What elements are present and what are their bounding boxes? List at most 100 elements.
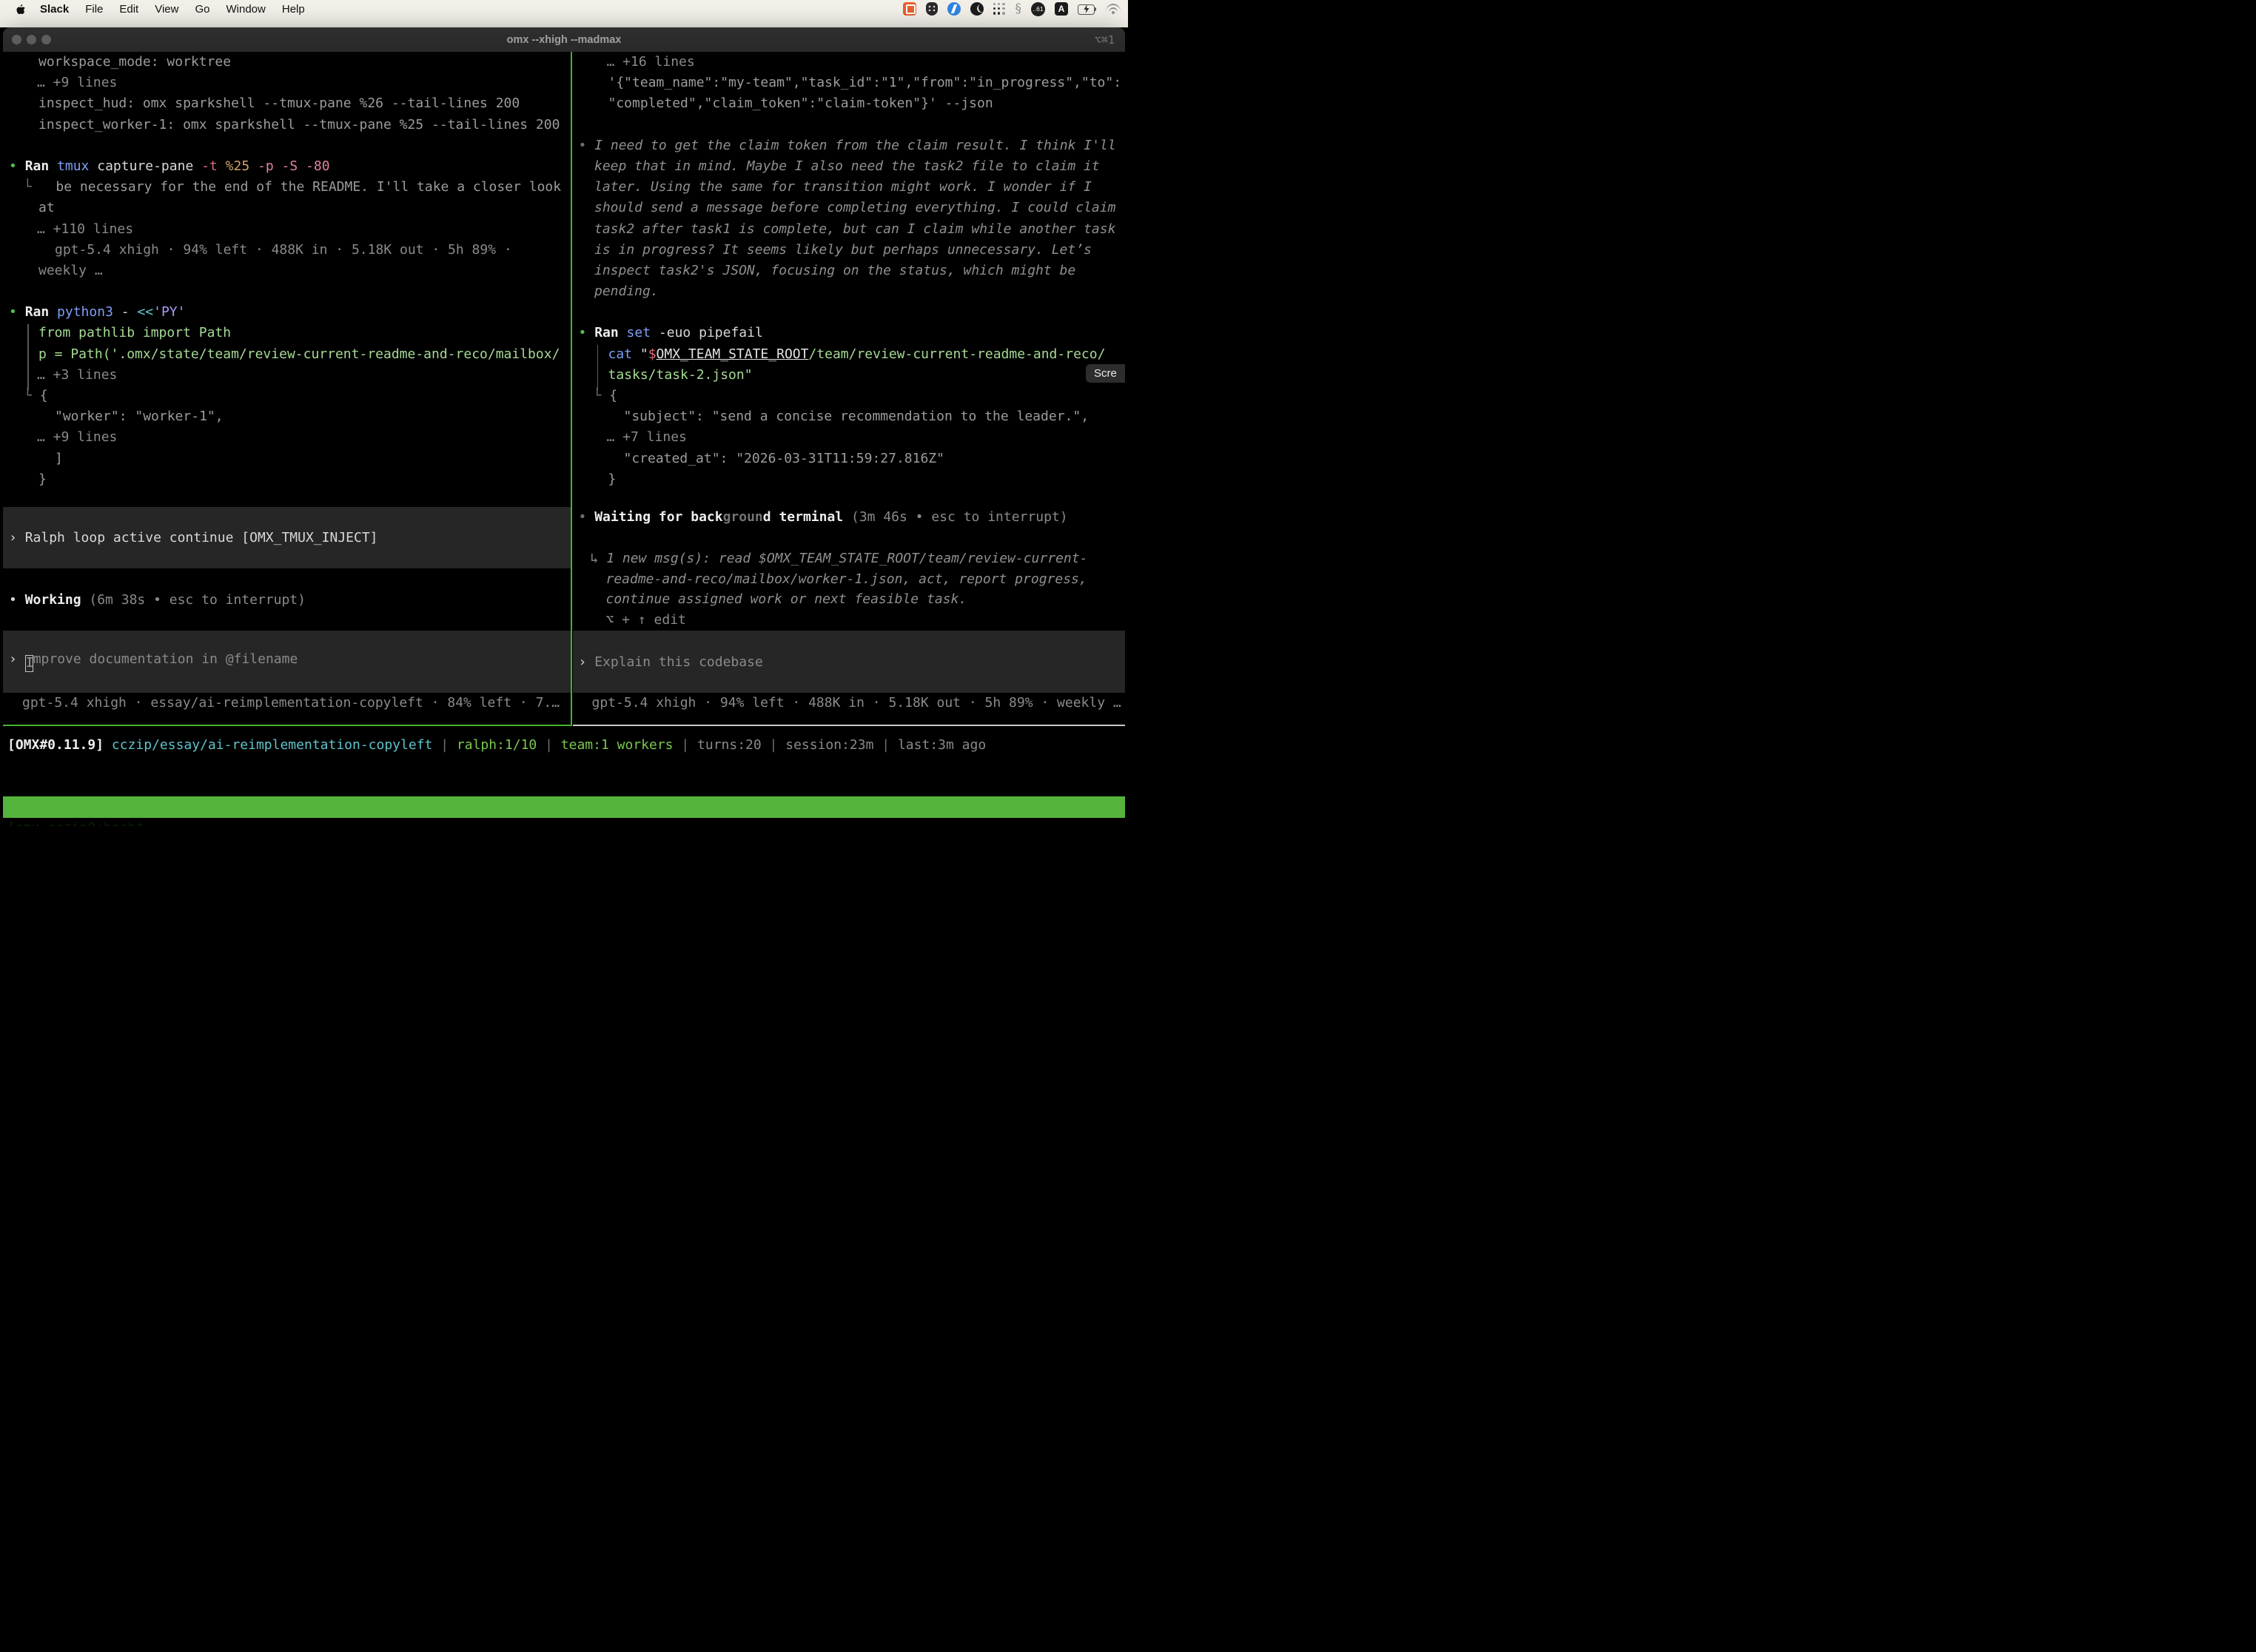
text-segment: inspect_worker-1: omx sparkshell --tmux-…	[38, 117, 560, 132]
terminal-line: at	[3, 198, 571, 218]
text-segment: |	[432, 737, 457, 753]
menu-item[interactable]: Go	[187, 3, 218, 16]
menu-item-app[interactable]: Slack	[32, 3, 77, 16]
terminal-line: … +3 lines	[3, 365, 571, 386]
text-segment: -t	[201, 158, 226, 174]
terminal-window: omx --xhigh --madmax ⌥⌘1 › Ralph loop ac…	[3, 27, 1125, 826]
dots-grid-icon[interactable]	[993, 3, 1006, 16]
text-segment: 1 new msg(s): read $OMX_TEAM_STATE_ROOT/…	[606, 551, 1087, 566]
text-segment: └	[24, 388, 40, 403]
prompt-input-box[interactable]: › Improve documentation in @filename	[3, 631, 571, 693]
text-segment: be necessary for the end of the README. …	[56, 179, 561, 195]
text-segment: •	[9, 592, 25, 608]
terminal-line: "created_at": "2026-03-31T11:59:27.816Z"	[573, 449, 1126, 469]
menu-item[interactable]: View	[147, 3, 187, 16]
pane-divider[interactable]	[571, 52, 572, 726]
prompt-input-box[interactable]: › Explain this codebase	[573, 631, 1126, 693]
blank-line	[3, 135, 571, 156]
text-segment: Waiting for back	[594, 509, 722, 525]
hook-icon[interactable]: §	[1015, 2, 1022, 16]
terminal-line: }	[573, 469, 1126, 490]
blue-badge-icon[interactable]	[947, 2, 961, 16]
menu-item[interactable]: File	[77, 3, 111, 16]
model-status-footer: gpt-5.4 xhigh · 94% left · 488K in · 5.1…	[573, 693, 1126, 713]
text-segment: turns:20	[697, 737, 762, 753]
text-segment: "	[640, 346, 648, 362]
text-segment: -80	[306, 158, 330, 174]
text-segment: later. Using the same for transition mig…	[594, 179, 1092, 195]
menu-item[interactable]: Edit	[111, 3, 147, 16]
omx-status-line: [OMX#0.11.9] cczip/essay/ai-reimplementa…	[3, 735, 986, 756]
menu-item[interactable]: Window	[218, 3, 274, 16]
text-segment: -p	[258, 158, 282, 174]
terminal-line: └ {	[573, 386, 1126, 406]
keyboard-shield-icon[interactable]	[926, 2, 938, 16]
terminal-line: … +7 lines	[573, 427, 1126, 448]
left-pane[interactable]: › Ralph loop active continue [OMX_TMUX_I…	[3, 52, 571, 726]
window-shortcut-hint: ⌥⌘1	[1095, 33, 1115, 47]
battery-charging-icon[interactable]	[1078, 4, 1096, 14]
text-segment: … +9 lines	[37, 75, 117, 90]
screen-tooltip: Scre	[1086, 364, 1125, 383]
model-status-footer: gpt-5.4 xhigh · essay/ai-reimplementatio…	[3, 693, 571, 713]
right-pane[interactable]: • Waiting for background terminal (3m 46…	[573, 52, 1126, 726]
terminal-line: cat "$OMX_TEAM_STATE_ROOT/team/review-cu…	[573, 344, 1126, 365]
text-segment: cczip/essay/ai-reimplementation-copyleft	[112, 737, 432, 753]
terminal-line: … +110 lines	[3, 219, 571, 240]
window-title: omx --xhigh --madmax	[3, 34, 1125, 46]
text-segment: •	[9, 304, 25, 320]
menu-item[interactable]: Help	[274, 3, 313, 16]
blank-line	[573, 302, 1126, 323]
text-segment: •	[579, 325, 595, 340]
chat-app-icon[interactable]	[903, 2, 916, 16]
tmux-status-bar: [omx-cczip0:bash* "MacBook-Pro-44.local"…	[3, 796, 1125, 818]
gauge-61-icon[interactable]: ..61	[1031, 2, 1045, 16]
apple-menu-icon[interactable]	[15, 3, 26, 16]
text-segment: weekly …	[38, 263, 103, 278]
terminal-line: should send a message before completing …	[573, 198, 1126, 218]
terminal-line: p = Path('.omx/state/team/review-current…	[3, 344, 571, 365]
blank-line	[573, 115, 1126, 135]
input-text: mprove documentation in @filename	[33, 651, 298, 667]
crescent-app-icon[interactable]	[970, 2, 984, 16]
text-segment: workspace_mode: worktree	[38, 54, 231, 70]
tmux-session-label[interactable]: [omx-cczip0:bash*	[7, 818, 144, 827]
text-segment: … +110 lines	[37, 221, 133, 237]
terminal-line: "worker": "worker-1",	[3, 406, 571, 427]
window-title-bar[interactable]: omx --xhigh --madmax ⌥⌘1	[3, 27, 1125, 52]
blank-line	[3, 281, 571, 302]
text-segment: should send a message before completing …	[594, 200, 1115, 215]
text-segment: /team/review-current-readme-and-reco/	[808, 346, 1105, 362]
prompt-chevron: ›	[9, 651, 25, 667]
text-segment: |	[674, 737, 698, 753]
text-segment: <<	[137, 304, 153, 320]
terminal-line: … +9 lines	[3, 427, 571, 448]
prompt-chevron: ›	[579, 654, 595, 670]
text-segment: gpt-5.4 xhigh · 94% left · 488K in · 5.1…	[592, 695, 1121, 711]
tool-output-gutter	[27, 324, 29, 391]
text-segment: from pathlib import Path	[38, 325, 231, 340]
terminal-line: gpt-5.4 xhigh · 94% left · 488K in · 5.1…	[3, 240, 571, 261]
terminal-line: └ be necessary for the end of the README…	[3, 177, 571, 198]
wifi-icon[interactable]	[1106, 4, 1121, 15]
waiting-status-line: • Waiting for background terminal (3m 46…	[573, 507, 1126, 528]
terminal-line: keep that in mind. Maybe I also need the…	[573, 156, 1126, 177]
text-segment: cat	[608, 346, 640, 362]
terminal-line: inspect task2's JSON, focusing on the st…	[573, 261, 1126, 281]
text-segment: {	[40, 388, 48, 403]
screen: { "palette":{ "gray":"#9c9c9c","dim":"#8…	[0, 0, 1128, 826]
tool-output-gutter	[597, 345, 599, 391]
text-segment: •	[579, 138, 595, 153]
input-source-icon[interactable]: A	[1055, 2, 1068, 16]
text-cursor: I	[25, 655, 33, 672]
text-segment: }	[608, 471, 617, 487]
text-segment: (3m 46s • esc to interrupt)	[843, 509, 1067, 525]
working-status-line: • Working (6m 38s • esc to interrupt)	[3, 590, 571, 611]
text-segment	[104, 737, 112, 753]
text-segment: |	[537, 737, 561, 753]
terminal-line: inspect_worker-1: omx sparkshell --tmux-…	[3, 115, 571, 135]
terminal-line: later. Using the same for transition mig…	[573, 177, 1126, 198]
text-segment: gpt-5.4 xhigh · essay/ai-reimplementatio…	[22, 695, 560, 711]
text-segment: ›	[9, 530, 25, 545]
text-segment: "worker": "worker-1",	[55, 409, 224, 424]
